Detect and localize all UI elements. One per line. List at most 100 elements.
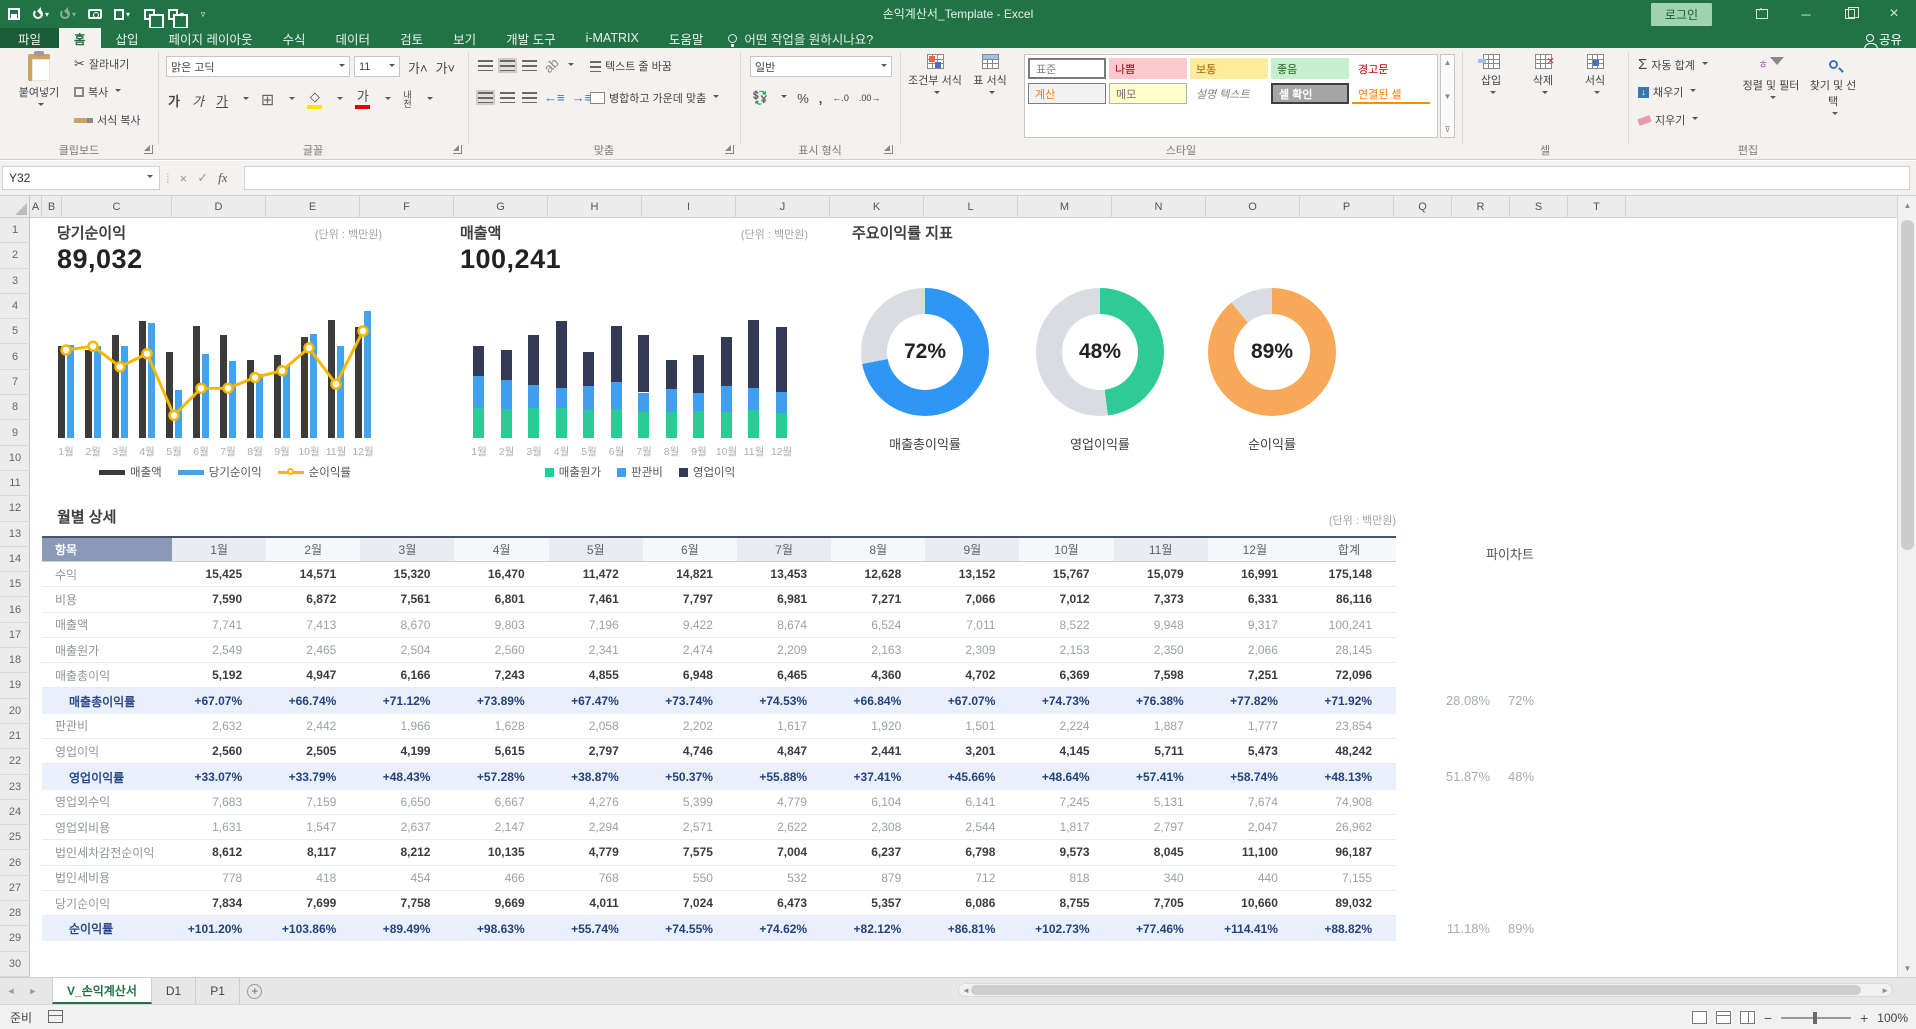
zoom-slider[interactable]	[1781, 1017, 1851, 1019]
cell[interactable]: 9,669	[454, 891, 548, 915]
column-header-P[interactable]: P	[1300, 196, 1394, 218]
cell[interactable]: 11,100	[1208, 840, 1302, 864]
cell[interactable]: 5,399	[643, 790, 737, 814]
cell[interactable]: 2,202	[643, 714, 737, 738]
cell[interactable]: 879	[831, 866, 925, 890]
cell[interactable]: 6,141	[925, 790, 1019, 814]
cell-total[interactable]: 28,145	[1302, 638, 1396, 662]
column-header-C[interactable]: C	[62, 196, 172, 218]
column-header-I[interactable]: I	[642, 196, 736, 218]
cell[interactable]: 418	[266, 866, 360, 890]
cell[interactable]: 4,855	[549, 663, 643, 687]
row-header-8[interactable]: 8	[0, 395, 30, 420]
row-header-14[interactable]: 14	[0, 547, 30, 572]
cell[interactable]: 8,045	[1114, 840, 1208, 864]
cell-total[interactable]: 100,241	[1302, 613, 1396, 637]
zoom-in-icon[interactable]: +	[1860, 1010, 1868, 1026]
sheet-nav-right-icon[interactable]: ►	[22, 978, 44, 1004]
enter-icon[interactable]: ✓	[197, 170, 208, 186]
cell[interactable]: 2,549	[172, 638, 266, 662]
cell[interactable]: 12,628	[831, 562, 925, 586]
merge-center-button[interactable]: 병합하고 가운데 맞춤	[590, 90, 719, 106]
cell[interactable]: 6,801	[454, 587, 548, 611]
cell[interactable]: 340	[1114, 866, 1208, 890]
cell[interactable]: 4,199	[360, 739, 454, 763]
cell[interactable]: 10,135	[454, 840, 548, 864]
format-cells-button[interactable]: 서식	[1574, 54, 1616, 97]
cell[interactable]: 14,571	[266, 562, 360, 586]
cell[interactable]: 2,465	[266, 638, 360, 662]
maximize-icon[interactable]	[1828, 0, 1872, 28]
row-header-22[interactable]: 22	[0, 749, 30, 774]
shrink-font-icon[interactable]: 가˅	[436, 58, 456, 77]
cell[interactable]: 7,598	[1114, 663, 1208, 687]
cell[interactable]: 9,803	[454, 613, 548, 637]
cell[interactable]: 4,779	[737, 790, 831, 814]
cell-style-연결된 셀[interactable]: 연결된 셀	[1352, 83, 1430, 104]
scroll-down-icon[interactable]: ▼	[1898, 959, 1916, 977]
cell[interactable]: 1,920	[831, 714, 925, 738]
cell[interactable]: 3,201	[925, 739, 1019, 763]
cell[interactable]: +71.12%	[360, 688, 454, 713]
row-header-30[interactable]: 30	[0, 952, 30, 977]
cell[interactable]: 2,622	[737, 815, 831, 839]
row-header-17[interactable]: 17	[0, 623, 30, 648]
cell[interactable]: 2,224	[1019, 714, 1113, 738]
cell[interactable]: 4,947	[266, 663, 360, 687]
cell[interactable]: 6,331	[1208, 587, 1302, 611]
column-header-L[interactable]: L	[924, 196, 1018, 218]
align-left-icon[interactable]	[478, 92, 493, 103]
cell[interactable]: 532	[737, 866, 831, 890]
vertical-scrollbar[interactable]: ▲ ▼	[1897, 196, 1916, 977]
normal-view-icon[interactable]	[1692, 1011, 1707, 1024]
cell[interactable]: +103.86%	[266, 916, 360, 941]
ribbon-tab-개발 도구[interactable]: 개발 도구	[491, 28, 570, 48]
row-header-27[interactable]: 27	[0, 876, 30, 901]
cell[interactable]: 7,012	[1019, 587, 1113, 611]
cell[interactable]: 6,650	[360, 790, 454, 814]
cell[interactable]: +74.55%	[643, 916, 737, 941]
cell[interactable]: 7,011	[925, 613, 1019, 637]
align-dialog-launcher[interactable]	[725, 145, 734, 154]
cell[interactable]: 7,758	[360, 891, 454, 915]
align-middle-icon[interactable]	[500, 60, 515, 71]
cell[interactable]: 7,561	[360, 587, 454, 611]
column-header-O[interactable]: O	[1206, 196, 1300, 218]
cell-style-좋음[interactable]: 좋음	[1271, 58, 1349, 79]
cell[interactable]: 454	[360, 866, 454, 890]
cell[interactable]: +33.07%	[172, 764, 266, 789]
column-header-E[interactable]: E	[266, 196, 360, 218]
row-header-7[interactable]: 7	[0, 370, 30, 395]
table-header-10월[interactable]: 10월	[1019, 538, 1113, 561]
row-header-4[interactable]: 4	[0, 294, 30, 319]
cell[interactable]: +67.07%	[172, 688, 266, 713]
cell[interactable]: 1,631	[172, 815, 266, 839]
cell[interactable]: 8,670	[360, 613, 454, 637]
row-header-23[interactable]: 23	[0, 775, 30, 800]
table-header-2월[interactable]: 2월	[266, 538, 360, 561]
decrease-indent-icon[interactable]: ←≡	[544, 90, 565, 105]
cell-total[interactable]: 23,854	[1302, 714, 1396, 738]
table-header-4월[interactable]: 4월	[454, 538, 548, 561]
number-dialog-launcher[interactable]	[884, 145, 893, 154]
cell[interactable]: 1,547	[266, 815, 360, 839]
gallery-scrollbar[interactable]: ▲▼⊽	[1440, 54, 1455, 138]
cell-style-보통[interactable]: 보통	[1190, 58, 1268, 79]
cell[interactable]: 11,472	[549, 562, 643, 586]
cell[interactable]: 2,560	[172, 739, 266, 763]
cell[interactable]: +86.81%	[925, 916, 1019, 941]
tell-me-search[interactable]: 어떤 작업을 원하시나요?	[728, 28, 873, 48]
table-header-9월[interactable]: 9월	[925, 538, 1019, 561]
grow-font-icon[interactable]: 가˄	[408, 58, 428, 77]
cell[interactable]: 13,152	[925, 562, 1019, 586]
cell[interactable]: 440	[1208, 866, 1302, 890]
cell[interactable]: 13,453	[737, 562, 831, 586]
find-select-button[interactable]: 찾기 및 선택	[1806, 54, 1860, 118]
cell-total[interactable]: 7,155	[1302, 866, 1396, 890]
cell[interactable]: 818	[1019, 866, 1113, 890]
cell[interactable]: 7,245	[1019, 790, 1113, 814]
comma-icon[interactable]: ,	[819, 91, 823, 106]
minimize-icon[interactable]: ─	[1784, 0, 1828, 28]
cell[interactable]: 8,117	[266, 840, 360, 864]
font-color-button[interactable]: 가	[355, 91, 370, 109]
